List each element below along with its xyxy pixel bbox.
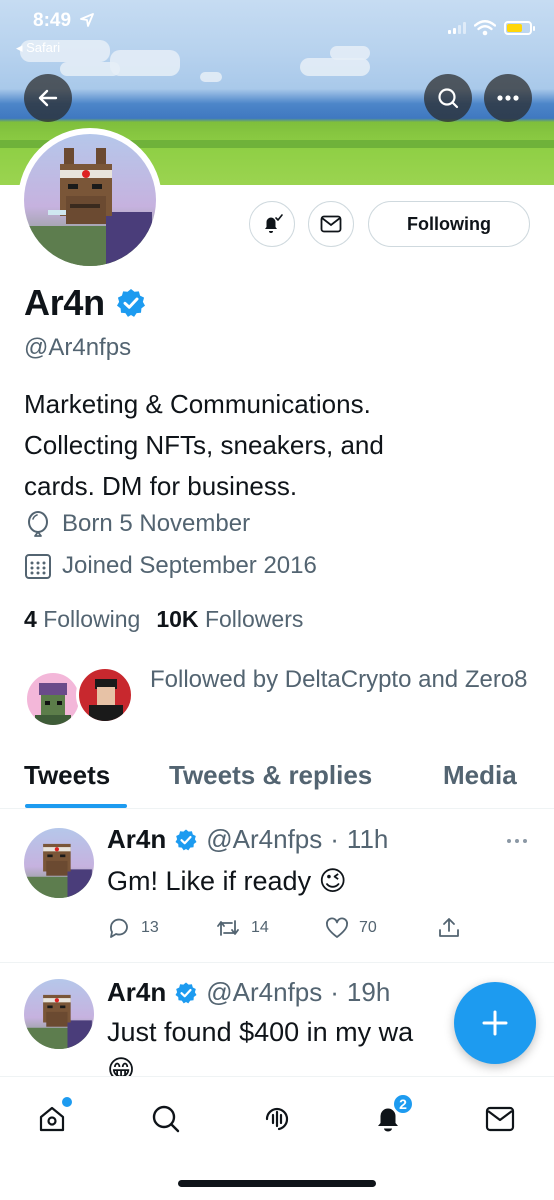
plus-icon — [482, 1010, 508, 1036]
followed-by-section[interactable]: Followed by DeltaCrypto and Zero8 — [24, 660, 534, 740]
search-icon — [152, 1105, 180, 1133]
reply-count: 13 — [141, 919, 159, 936]
tab-tweets-and-replies[interactable]: Tweets & replies — [169, 760, 372, 791]
verified-badge-icon — [175, 829, 197, 850]
tweet-text-line: 😁 — [107, 1055, 136, 1076]
profile-joined: Joined September 2016 — [24, 552, 317, 580]
back-to-app-link[interactable]: ◂ Safari — [16, 40, 60, 56]
search-icon — [438, 88, 459, 109]
envelope-icon — [320, 215, 342, 233]
tweet-author-handle[interactable]: @Ar4nfps — [206, 824, 322, 855]
tweet-author-name[interactable]: Ar4n — [107, 977, 166, 1008]
back-button[interactable] — [24, 74, 72, 122]
calendar-icon — [25, 554, 51, 579]
retweet-button[interactable]: 14 — [215, 917, 325, 939]
tweet-separator: · — [330, 824, 339, 854]
verified-badge-icon — [116, 289, 145, 317]
notification-count-badge: 2 — [392, 1093, 414, 1115]
home-new-indicator — [60, 1095, 74, 1109]
battery-icon — [504, 21, 535, 35]
retweet-icon — [217, 920, 239, 936]
envelope-icon — [485, 1106, 515, 1132]
home-icon — [39, 1106, 65, 1132]
tweet-author-avatar[interactable] — [24, 828, 94, 898]
verified-badge-icon — [175, 982, 197, 1003]
retweet-count: 14 — [251, 919, 269, 936]
share-icon — [439, 918, 459, 937]
tab-media[interactable]: Media — [443, 760, 517, 791]
bio-line: Collecting NFTs, sneakers, and — [24, 430, 384, 460]
followed-by-text: Followed by DeltaCrypto and Zero8 — [150, 666, 528, 693]
nav-messages[interactable] — [478, 1097, 522, 1141]
bell-check-icon — [265, 214, 283, 233]
following-count-link[interactable]: 4 Following — [24, 606, 140, 633]
compose-tweet-button[interactable] — [454, 982, 536, 1064]
arrow-left-icon — [38, 89, 58, 107]
reply-icon — [110, 918, 128, 938]
nav-spaces[interactable] — [255, 1097, 299, 1141]
profile-birthday: Born 5 November — [24, 510, 250, 538]
bio-line: Marketing & Communications. — [24, 389, 371, 419]
profile-handle: @Ar4nfps — [24, 334, 132, 361]
birthday-text: Born 5 November — [62, 510, 251, 537]
active-tab-indicator — [25, 804, 127, 808]
heart-icon — [326, 917, 348, 938]
tab-tweets[interactable]: Tweets — [24, 760, 110, 791]
message-button[interactable] — [308, 201, 354, 247]
share-button[interactable] — [437, 916, 461, 940]
tweet-author-avatar[interactable] — [24, 979, 94, 1049]
tweet-separator: · — [330, 977, 339, 1007]
avatar-image — [24, 134, 156, 266]
tweet-header: Ar4n @Ar4nfps · 19h — [107, 977, 390, 1008]
signal-icon — [448, 22, 466, 34]
more-horizontal-icon — [497, 95, 519, 101]
banner-cloud — [300, 58, 370, 76]
profile-tabs: Tweets Tweets & replies Media — [0, 752, 554, 809]
profile-avatar[interactable] — [18, 128, 162, 272]
status-time: 8:49 — [33, 10, 95, 32]
microphone-spaces-icon — [265, 1107, 289, 1131]
following-button[interactable]: Following — [368, 201, 530, 247]
balloon-icon — [28, 511, 48, 537]
llama-avatar-art — [24, 148, 156, 266]
tweet-text: Gm! Like if ready 😉 — [107, 866, 347, 896]
like-button[interactable]: 70 — [325, 917, 437, 939]
tweet-author-handle[interactable]: @Ar4nfps — [206, 977, 322, 1008]
tweet-text: Just found $400 in my wa — [107, 1017, 414, 1047]
search-button[interactable] — [424, 74, 472, 122]
notifications-toggle-button[interactable] — [249, 201, 295, 247]
wifi-icon — [474, 20, 496, 36]
location-arrow-icon — [80, 13, 95, 27]
joined-text: Joined September 2016 — [62, 552, 317, 579]
banner-cloud — [200, 72, 222, 82]
tweet-item[interactable]: Ar4n @Ar4nfps · 11h Gm! Like if ready 😉 … — [0, 810, 554, 960]
profile-name: Ar4n — [24, 282, 147, 324]
follow-counts: 4 Following 10K Followers — [24, 606, 303, 633]
status-bar: 8:49 ◂ Safari — [0, 0, 554, 58]
profile-name-text: Ar4n — [24, 282, 105, 323]
tweet-actions: 13 14 70 — [107, 916, 461, 940]
tweet-header: Ar4n @Ar4nfps · 11h — [107, 824, 388, 855]
tweet-time[interactable]: 11h — [347, 824, 388, 855]
reply-button[interactable]: 13 — [107, 916, 215, 940]
nav-search[interactable] — [144, 1097, 188, 1141]
home-indicator — [178, 1180, 376, 1187]
follower-avatar-deltacrypto — [24, 670, 82, 728]
system-indicators — [448, 20, 535, 36]
tweet-time[interactable]: 19h — [347, 977, 390, 1008]
tweet-more-icon[interactable] — [506, 838, 528, 844]
followers-count-link[interactable]: 10K Followers — [156, 606, 303, 633]
bio-line: cards. DM for business. — [24, 471, 298, 501]
profile-bio: Marketing & Communications. Collecting N… — [24, 384, 534, 507]
more-button[interactable] — [484, 74, 532, 122]
tweet-author-name[interactable]: Ar4n — [107, 824, 166, 855]
like-count: 70 — [359, 919, 377, 936]
follower-avatar-zero8 — [76, 666, 134, 724]
